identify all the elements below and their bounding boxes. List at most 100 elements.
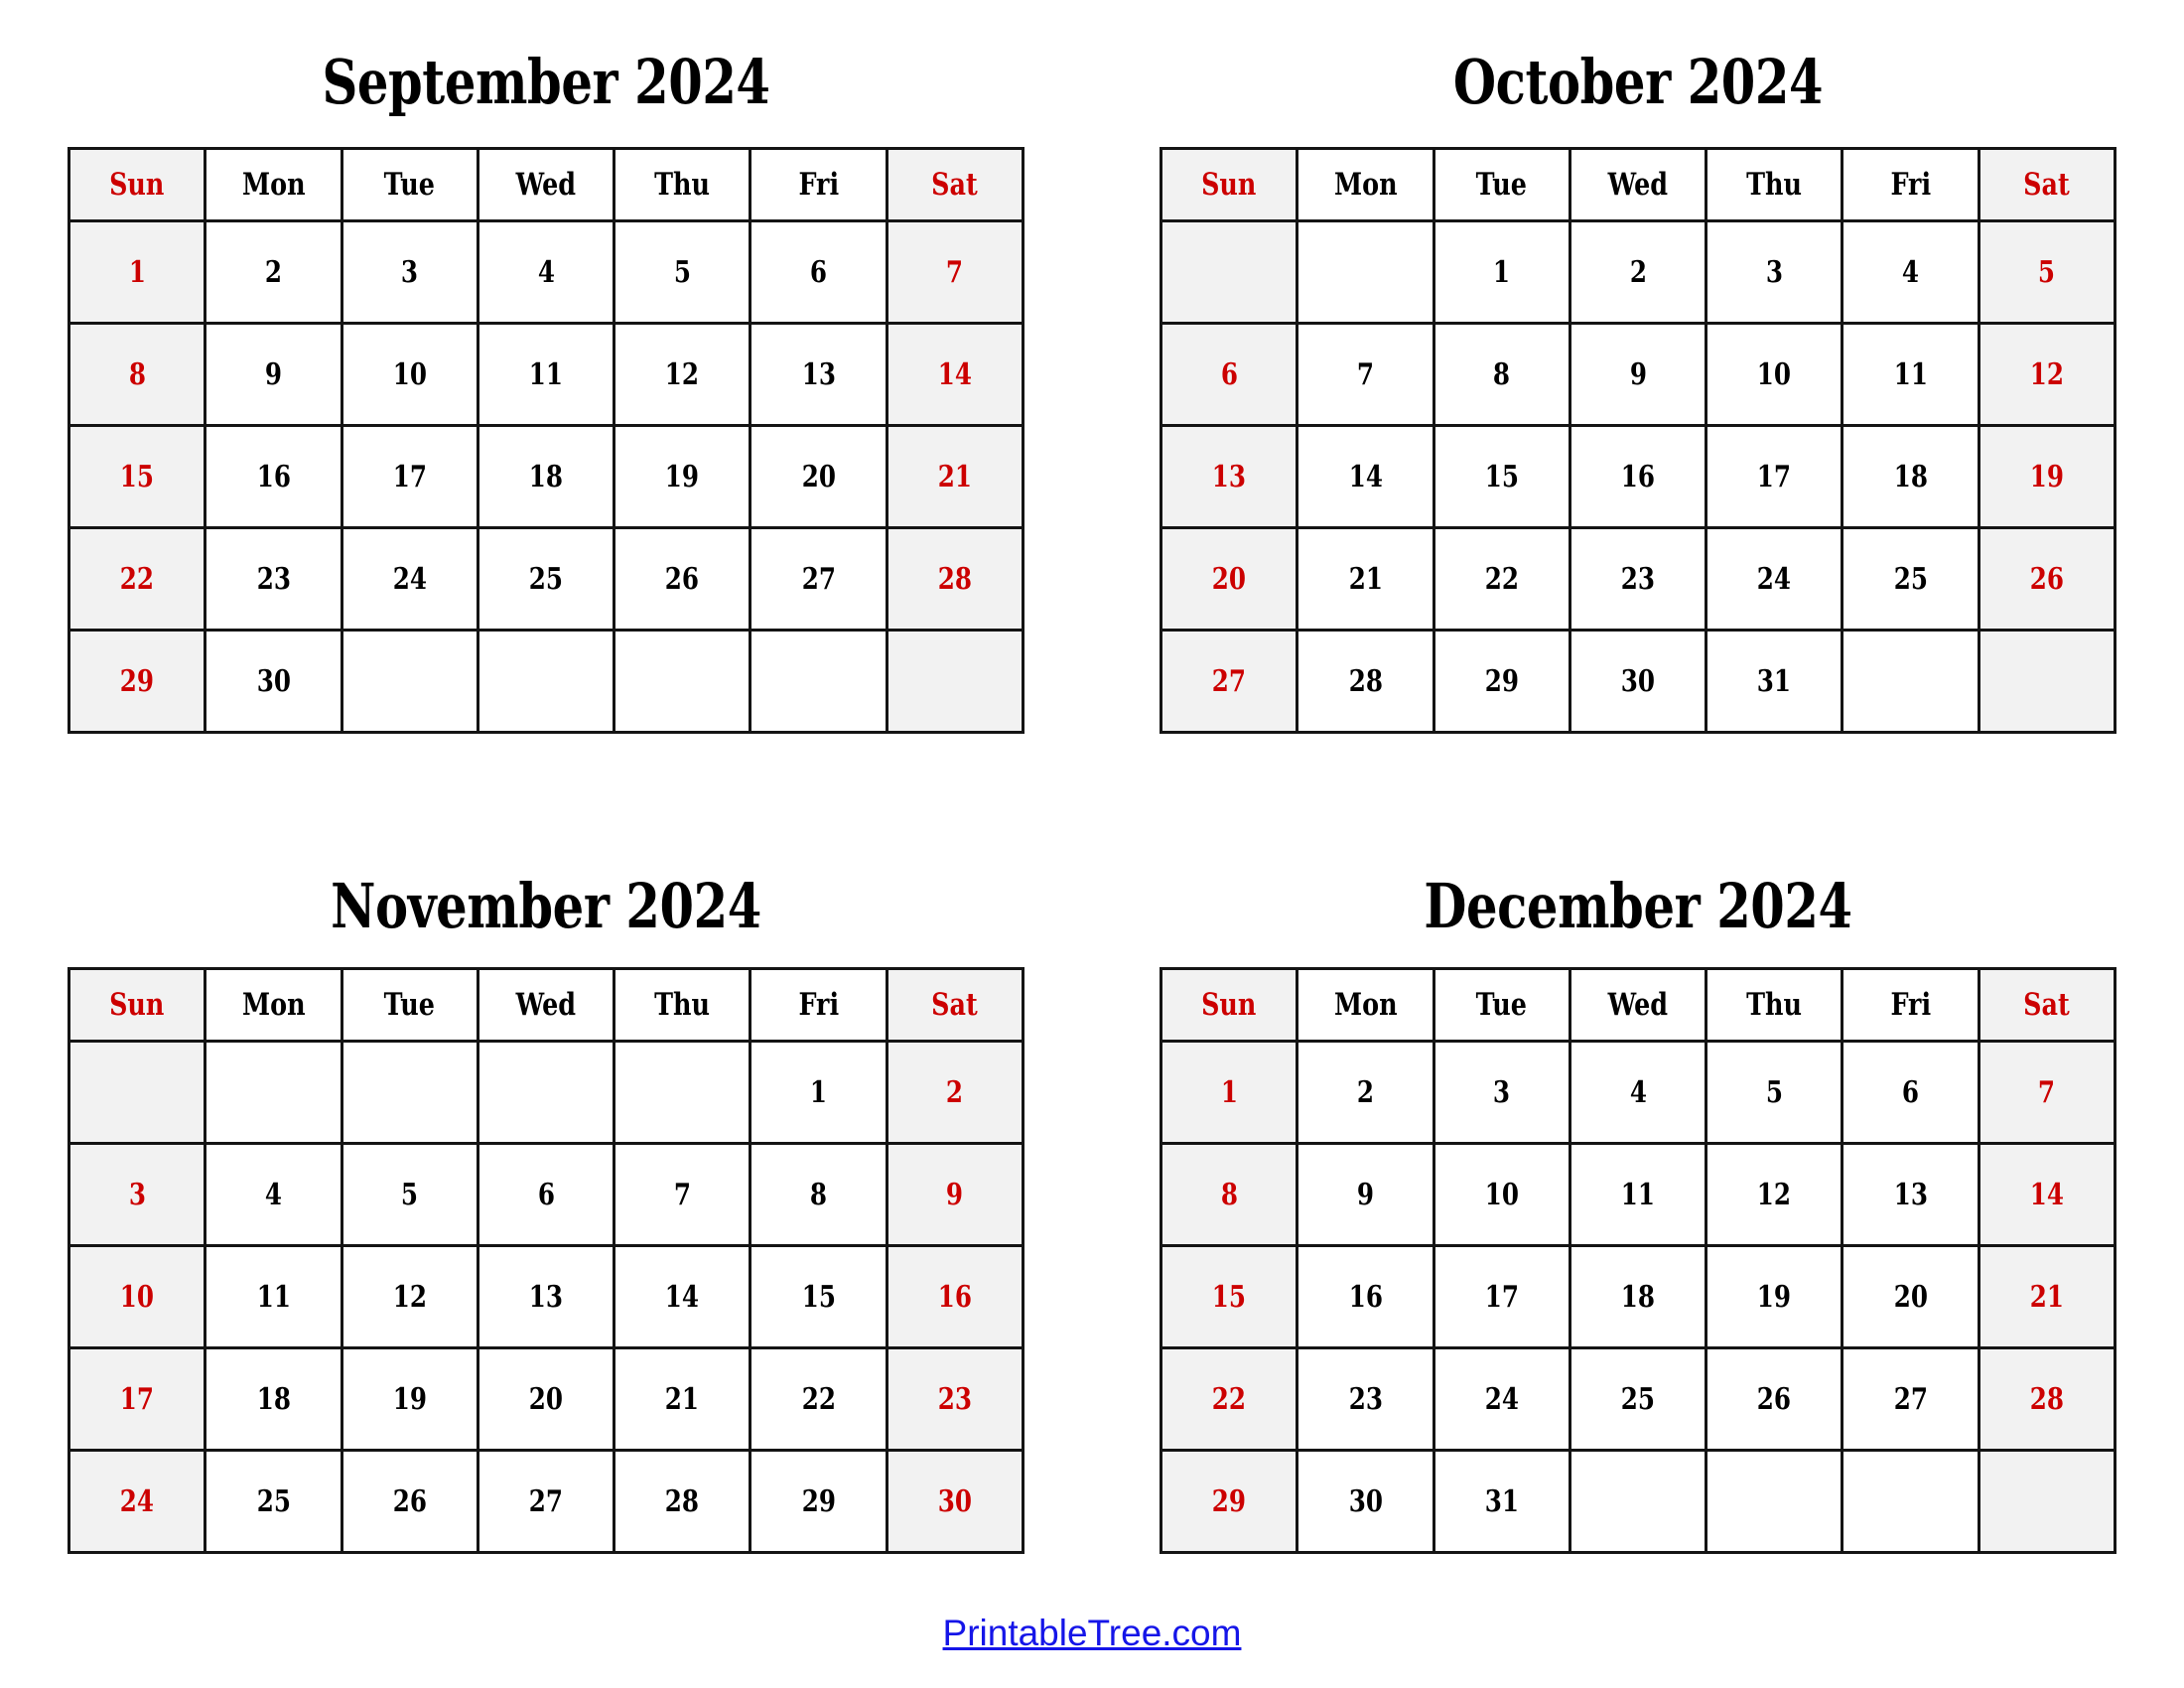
- day-cell[interactable]: 14: [1296, 424, 1435, 529]
- day-cell[interactable]: 7: [613, 1142, 752, 1247]
- day-cell[interactable]: 27: [1841, 1346, 1980, 1452]
- day-cell[interactable]: 3: [340, 219, 479, 325]
- day-cell[interactable]: 24: [1432, 1346, 1571, 1452]
- day-cell[interactable]: 20: [476, 1346, 616, 1452]
- day-cell[interactable]: 28: [1977, 1346, 2117, 1452]
- day-cell[interactable]: 9: [885, 1142, 1025, 1247]
- day-cell[interactable]: 8: [1432, 322, 1571, 427]
- day-cell[interactable]: 13: [1841, 1142, 1980, 1247]
- day-cell[interactable]: 21: [613, 1346, 752, 1452]
- day-cell[interactable]: 25: [1568, 1346, 1708, 1452]
- day-cell[interactable]: 30: [1568, 629, 1708, 734]
- day-cell[interactable]: 30: [204, 629, 343, 734]
- day-cell[interactable]: 15: [67, 424, 207, 529]
- day-cell[interactable]: 2: [1568, 219, 1708, 325]
- day-cell[interactable]: 31: [1705, 629, 1844, 734]
- day-cell[interactable]: 2: [885, 1040, 1025, 1145]
- day-cell[interactable]: 18: [476, 424, 616, 529]
- day-cell[interactable]: 1: [1432, 219, 1571, 325]
- day-cell[interactable]: 30: [1296, 1449, 1435, 1554]
- day-cell[interactable]: 15: [749, 1244, 888, 1349]
- day-cell[interactable]: 21: [1296, 526, 1435, 632]
- day-cell[interactable]: 1: [749, 1040, 888, 1145]
- day-cell[interactable]: 16: [1568, 424, 1708, 529]
- day-cell[interactable]: 13: [1159, 424, 1299, 529]
- day-cell[interactable]: 25: [1841, 526, 1980, 632]
- day-cell[interactable]: 10: [1705, 322, 1844, 427]
- day-cell[interactable]: 29: [1432, 629, 1571, 734]
- day-cell[interactable]: 14: [885, 322, 1025, 427]
- day-cell[interactable]: 1: [1159, 1040, 1299, 1145]
- day-cell[interactable]: 15: [1159, 1244, 1299, 1349]
- day-cell[interactable]: 11: [204, 1244, 343, 1349]
- day-cell[interactable]: 26: [1977, 526, 2117, 632]
- day-cell[interactable]: 7: [1977, 1040, 2117, 1145]
- day-cell[interactable]: 9: [1568, 322, 1708, 427]
- day-cell[interactable]: 27: [749, 526, 888, 632]
- day-cell[interactable]: 5: [340, 1142, 479, 1247]
- day-cell[interactable]: 16: [885, 1244, 1025, 1349]
- day-cell[interactable]: 24: [1705, 526, 1844, 632]
- day-cell[interactable]: 21: [885, 424, 1025, 529]
- printabletree-link[interactable]: PrintableTree.com: [943, 1613, 1242, 1653]
- day-cell[interactable]: 17: [340, 424, 479, 529]
- day-cell[interactable]: 11: [1841, 322, 1980, 427]
- day-cell[interactable]: 31: [1432, 1449, 1571, 1554]
- day-cell[interactable]: 6: [1159, 322, 1299, 427]
- day-cell[interactable]: 6: [1841, 1040, 1980, 1145]
- day-cell[interactable]: 14: [613, 1244, 752, 1349]
- day-cell[interactable]: 29: [749, 1449, 888, 1554]
- day-cell[interactable]: 23: [204, 526, 343, 632]
- day-cell[interactable]: 9: [1296, 1142, 1435, 1247]
- day-cell[interactable]: 4: [1568, 1040, 1708, 1145]
- day-cell[interactable]: 3: [1705, 219, 1844, 325]
- day-cell[interactable]: 13: [476, 1244, 616, 1349]
- day-cell[interactable]: 10: [67, 1244, 207, 1349]
- day-cell[interactable]: 22: [1159, 1346, 1299, 1452]
- day-cell[interactable]: 17: [1432, 1244, 1571, 1349]
- day-cell[interactable]: 28: [1296, 629, 1435, 734]
- day-cell[interactable]: 7: [885, 219, 1025, 325]
- day-cell[interactable]: 2: [204, 219, 343, 325]
- day-cell[interactable]: 19: [1705, 1244, 1844, 1349]
- day-cell[interactable]: 9: [204, 322, 343, 427]
- day-cell[interactable]: 28: [613, 1449, 752, 1554]
- day-cell[interactable]: 19: [340, 1346, 479, 1452]
- day-cell[interactable]: 2: [1296, 1040, 1435, 1145]
- day-cell[interactable]: 22: [1432, 526, 1571, 632]
- day-cell[interactable]: 15: [1432, 424, 1571, 529]
- day-cell[interactable]: 13: [749, 322, 888, 427]
- day-cell[interactable]: 12: [613, 322, 752, 427]
- day-cell[interactable]: 12: [1977, 322, 2117, 427]
- day-cell[interactable]: 18: [1841, 424, 1980, 529]
- day-cell[interactable]: 5: [1977, 219, 2117, 325]
- day-cell[interactable]: 19: [613, 424, 752, 529]
- day-cell[interactable]: 25: [204, 1449, 343, 1554]
- day-cell[interactable]: 12: [1705, 1142, 1844, 1247]
- day-cell[interactable]: 16: [1296, 1244, 1435, 1349]
- day-cell[interactable]: 17: [67, 1346, 207, 1452]
- day-cell[interactable]: 5: [1705, 1040, 1844, 1145]
- day-cell[interactable]: 4: [204, 1142, 343, 1247]
- day-cell[interactable]: 20: [1159, 526, 1299, 632]
- day-cell[interactable]: 26: [613, 526, 752, 632]
- day-cell[interactable]: 27: [476, 1449, 616, 1554]
- day-cell[interactable]: 10: [340, 322, 479, 427]
- day-cell[interactable]: 21: [1977, 1244, 2117, 1349]
- day-cell[interactable]: 17: [1705, 424, 1844, 529]
- day-cell[interactable]: 27: [1159, 629, 1299, 734]
- day-cell[interactable]: 26: [340, 1449, 479, 1554]
- day-cell[interactable]: 4: [476, 219, 616, 325]
- day-cell[interactable]: 19: [1977, 424, 2117, 529]
- day-cell[interactable]: 30: [885, 1449, 1025, 1554]
- day-cell[interactable]: 1: [67, 219, 207, 325]
- day-cell[interactable]: 23: [885, 1346, 1025, 1452]
- day-cell[interactable]: 20: [1841, 1244, 1980, 1349]
- day-cell[interactable]: 23: [1296, 1346, 1435, 1452]
- day-cell[interactable]: 20: [749, 424, 888, 529]
- day-cell[interactable]: 10: [1432, 1142, 1571, 1247]
- day-cell[interactable]: 11: [476, 322, 616, 427]
- day-cell[interactable]: 28: [885, 526, 1025, 632]
- day-cell[interactable]: 7: [1296, 322, 1435, 427]
- day-cell[interactable]: 24: [67, 1449, 207, 1554]
